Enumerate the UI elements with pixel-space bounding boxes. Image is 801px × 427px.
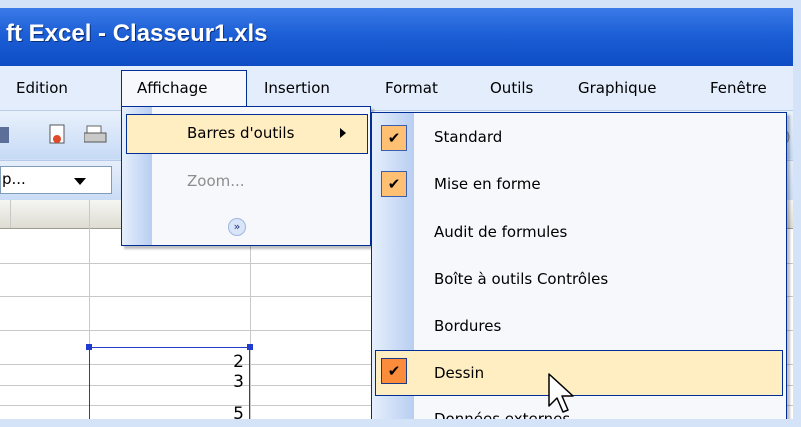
- menu-item-bordures[interactable]: Bordures: [434, 315, 501, 337]
- menu-format[interactable]: Format: [385, 76, 438, 100]
- print-preview-icon[interactable]: [48, 124, 68, 146]
- cell-value[interactable]: 2: [204, 352, 244, 372]
- selection-handle[interactable]: [247, 344, 253, 350]
- mouse-pointer-icon: [547, 372, 579, 416]
- menu-item-mise-en-forme[interactable]: Mise en forme: [434, 173, 541, 195]
- cell-value[interactable]: 3: [204, 372, 244, 392]
- font-combo-value: p...: [2, 170, 26, 188]
- menu-outils[interactable]: Outils: [490, 76, 533, 100]
- selection-handle[interactable]: [86, 344, 92, 350]
- menu-item-boite-outils-controles[interactable]: Boîte à outils Contrôles: [434, 268, 608, 290]
- window-frame-top: [0, 0, 801, 8]
- window-frame-bottom: [0, 419, 801, 427]
- check-icon: ✔: [381, 358, 407, 384]
- window-title: ft Excel - Classeur1.xls: [6, 20, 268, 47]
- header-col-line: [10, 200, 11, 228]
- menu-fenetre[interactable]: Fenêtre: [710, 76, 767, 100]
- menu-graphique[interactable]: Graphique: [578, 76, 656, 100]
- window-frame-right: [793, 0, 801, 427]
- chevron-double-down-icon[interactable]: »: [228, 218, 246, 236]
- menu-item-standard[interactable]: Standard: [434, 126, 502, 148]
- menu-item-zoom[interactable]: Zoom...: [187, 172, 245, 190]
- menu-affichage[interactable]: Affichage: [137, 76, 207, 100]
- menu-item-audit-formules[interactable]: Audit de formules: [434, 221, 567, 243]
- submenu-arrow-icon: [340, 128, 346, 138]
- menu-edition[interactable]: Edition: [16, 76, 68, 100]
- check-icon: ✔: [381, 171, 407, 197]
- cell-value[interactable]: 5: [204, 404, 244, 419]
- menu-item-dessin[interactable]: Dessin: [434, 362, 484, 384]
- check-icon: ✔: [381, 125, 407, 151]
- print-icon[interactable]: [83, 124, 107, 146]
- menu-item-barres-outils-label: Barres d'outils: [187, 124, 295, 142]
- font-combo-dropdown-icon[interactable]: [74, 178, 86, 185]
- menu-item-donnees-externes-clip: Données externes: [372, 398, 786, 419]
- menu-insertion[interactable]: Insertion: [264, 76, 330, 100]
- toolbar-partial-icon[interactable]: [0, 124, 10, 146]
